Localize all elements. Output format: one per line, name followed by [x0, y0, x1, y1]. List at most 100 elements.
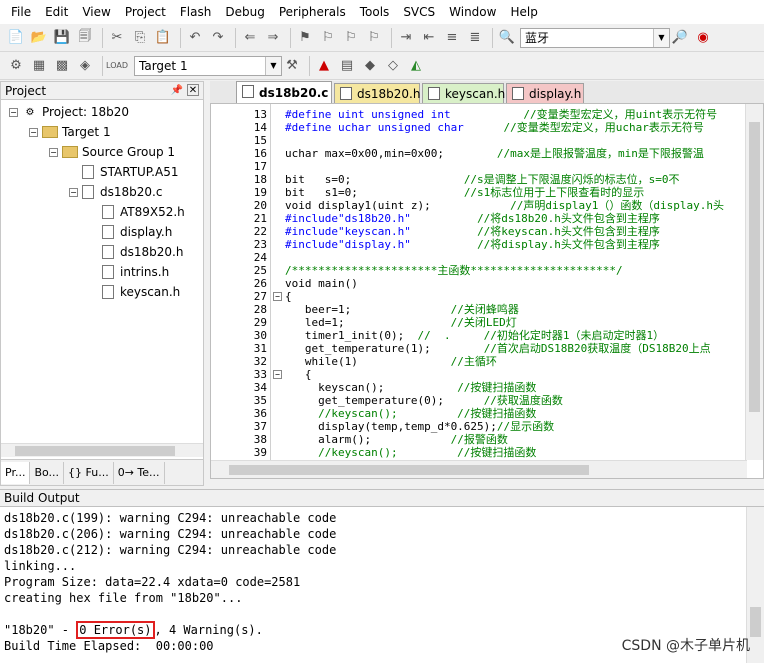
debug-start-icon[interactable]: ◉: [693, 28, 713, 48]
code-editor[interactable]: 13 #define uint unsigned int //变量类型宏定义，用u…: [210, 103, 764, 479]
menu-peripherals[interactable]: Peripherals: [272, 0, 353, 24]
editor-tab[interactable]: ds18b20.h: [334, 83, 420, 103]
code-text: void main(): [285, 277, 358, 290]
line-number: 36: [253, 407, 267, 420]
menu-flash[interactable]: Flash: [173, 0, 218, 24]
collapse-icon[interactable]: −: [29, 127, 38, 137]
collapse-icon[interactable]: −: [69, 187, 78, 197]
code-lines: 13 #define uint unsigned int //变量类型宏定义，用u…: [211, 108, 747, 472]
tree-item[interactable]: intrins.h: [89, 262, 169, 282]
editor-tab[interactable]: ds18b20.c: [236, 81, 332, 103]
folder-icon: [42, 126, 58, 138]
collapse-icon[interactable]: −: [49, 147, 58, 157]
tree-item[interactable]: ds18b20.h: [89, 242, 183, 262]
close-icon[interactable]: ✕: [187, 84, 199, 96]
code-line: 35 get_temperature(0); //获取温度函数: [211, 394, 747, 407]
new-file-icon[interactable]: 📄: [6, 28, 26, 48]
clear-bookmarks-icon[interactable]: ⚐: [364, 28, 384, 48]
redo-icon[interactable]: ↷: [208, 28, 228, 48]
tree-item[interactable]: − ⚙ Project: 18b20: [9, 102, 129, 122]
uncomment-icon[interactable]: ≣: [465, 28, 485, 48]
fold-icon[interactable]: −: [273, 292, 282, 301]
menu-help[interactable]: Help: [503, 0, 544, 24]
line-number: 28: [253, 303, 267, 316]
tree-item[interactable]: display.h: [89, 222, 172, 242]
chevron-down-icon[interactable]: ▼: [653, 28, 669, 47]
code-comment: //获取温度函数: [483, 394, 563, 407]
undo-icon[interactable]: ↶: [185, 28, 205, 48]
rebuild-icon[interactable]: ▩: [52, 56, 72, 76]
open-file-icon[interactable]: 📂: [29, 28, 49, 48]
project-panel-tab[interactable]: Bo...: [30, 461, 65, 484]
tree-item[interactable]: − Target 1: [29, 122, 111, 142]
build-icon[interactable]: ▦: [29, 56, 49, 76]
tree-item[interactable]: keyscan.h: [89, 282, 180, 302]
separator: [235, 27, 236, 48]
unindent-icon[interactable]: ⇤: [419, 28, 439, 48]
code-segment: #define uchar unsigned char: [285, 121, 504, 134]
project-horizontal-scrollbar[interactable]: [1, 443, 203, 457]
pack-installer-icon[interactable]: ◇: [383, 56, 403, 76]
code-segment: #include"ds18b20.h": [285, 212, 478, 225]
save-all-icon[interactable]: 🗐: [75, 28, 95, 48]
menu-project[interactable]: Project: [118, 0, 173, 24]
load-icon[interactable]: LOAD: [106, 56, 128, 76]
bookmark-icon[interactable]: ⚑: [295, 28, 315, 48]
file-extensions-icon[interactable]: ▤: [337, 56, 357, 76]
manage-components-icon[interactable]: ▲: [314, 56, 334, 76]
project-panel-tab[interactable]: Pr...: [1, 461, 31, 484]
paste-icon[interactable]: 📋: [153, 28, 173, 48]
fold-icon[interactable]: −: [273, 370, 282, 379]
cut-icon[interactable]: ✂: [107, 28, 127, 48]
nav-back-icon[interactable]: ⇐: [240, 28, 260, 48]
menu-file[interactable]: File: [4, 0, 38, 24]
prev-bookmark-icon[interactable]: ⚐: [318, 28, 338, 48]
code-text: #define uint unsigned int //变量类型宏定义，用uin…: [285, 108, 717, 121]
menu-window[interactable]: Window: [442, 0, 503, 24]
find-in-files-icon[interactable]: 🔍: [497, 28, 517, 48]
target-options-icon[interactable]: ⚒: [282, 56, 302, 76]
editor-vertical-scrollbar[interactable]: [745, 104, 763, 460]
collapse-icon[interactable]: −: [9, 107, 18, 117]
menu-svcs[interactable]: SVCS: [396, 0, 442, 24]
tree-item[interactable]: STARTUP.A51: [69, 162, 178, 182]
menu-edit[interactable]: Edit: [38, 0, 75, 24]
find-icon[interactable]: 🔎: [670, 28, 690, 48]
translate-icon[interactable]: ⚙: [6, 56, 26, 76]
menu-debug[interactable]: Debug: [218, 0, 271, 24]
line-number: 31: [253, 342, 267, 355]
indent-icon[interactable]: ⇥: [396, 28, 416, 48]
file-icon: [340, 87, 352, 100]
save-icon[interactable]: 💾: [52, 28, 72, 48]
target-select[interactable]: Target 1 ▼: [134, 55, 282, 76]
find-combo[interactable]: 蓝牙 ▼: [520, 27, 670, 48]
menu-view[interactable]: View: [75, 0, 117, 24]
tree-item-label: AT89X52.h: [120, 205, 185, 219]
batch-build-icon[interactable]: ◈: [75, 56, 95, 76]
code-segment: bit s=0;: [285, 173, 464, 186]
multi-project-icon[interactable]: ◆: [360, 56, 380, 76]
editor-tab[interactable]: keyscan.h: [422, 83, 505, 103]
project-panel-tab[interactable]: {} Fu...: [64, 461, 114, 484]
editor-tab[interactable]: display.h: [506, 83, 584, 103]
pin-icon[interactable]: 📌: [171, 84, 183, 96]
tree-item-label: Source Group 1: [82, 145, 176, 159]
code-line: 23 #include"display.h" //将display.h头文件包含到…: [211, 238, 747, 251]
tree-item[interactable]: AT89X52.h: [89, 202, 185, 222]
project-panel-tab[interactable]: 0→ Te...: [114, 461, 165, 484]
nav-forward-icon[interactable]: ⇒: [263, 28, 283, 48]
tree-item[interactable]: − ds18b20.c: [69, 182, 162, 202]
chevron-down-icon[interactable]: ▼: [265, 56, 281, 75]
menu-tools[interactable]: Tools: [353, 0, 397, 24]
tree-item[interactable]: − Source Group 1: [49, 142, 175, 162]
code-line: 30 timer1_init(0); // . //初始化定时器1（未启动定时器…: [211, 329, 747, 342]
select-software-packs-icon[interactable]: ◭: [406, 56, 426, 76]
editor-horizontal-scrollbar[interactable]: [211, 460, 747, 478]
code-comment: //按键扫描函数: [457, 381, 537, 394]
code-comment: //首次启动DS18B20获取温度（DS18B20上点: [483, 342, 711, 355]
file-icon: [102, 225, 114, 239]
comment-icon[interactable]: ≡: [442, 28, 462, 48]
code-line: 15: [211, 134, 747, 147]
copy-icon[interactable]: ⎘: [130, 28, 150, 48]
next-bookmark-icon[interactable]: ⚐: [341, 28, 361, 48]
